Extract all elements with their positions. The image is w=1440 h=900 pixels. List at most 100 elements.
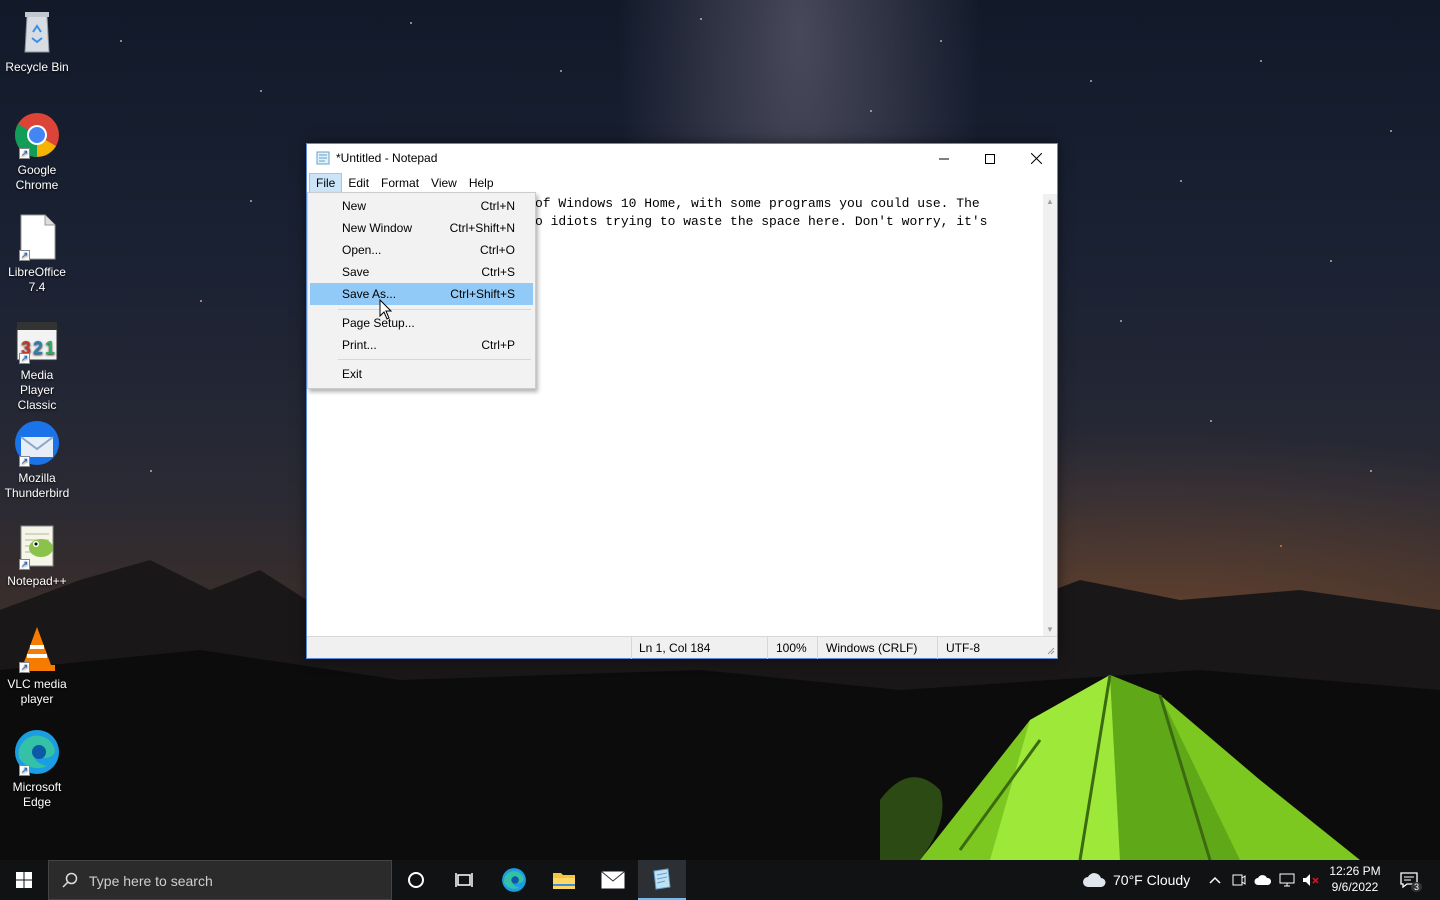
desktop-icon-label: Microsoft Edge — [12, 780, 62, 809]
menu-item-new-window[interactable]: New Window Ctrl+Shift+N — [310, 217, 533, 239]
menu-separator — [338, 359, 531, 360]
close-button[interactable] — [1013, 144, 1059, 173]
menu-item-save[interactable]: Save Ctrl+S — [310, 261, 533, 283]
taskbar: Type here to search 70°F Cloudy 12:26 PM… — [0, 860, 1440, 900]
scroll-down-icon[interactable]: ▼ — [1043, 622, 1057, 636]
shortcut-arrow-icon: ↗ — [19, 662, 30, 673]
notepad-icon — [653, 868, 671, 890]
maximize-icon — [985, 153, 995, 164]
desktop-icon-mozilla-thunderbird[interactable]: ↗ Mozilla Thunderbird — [2, 419, 72, 501]
search-placeholder: Type here to search — [89, 873, 213, 889]
desktop-icon-label: Notepad++ — [7, 574, 67, 588]
status-bar: Ln 1, Col 184 100% Windows (CRLF) UTF-8 — [307, 636, 1057, 659]
desktop-icon-vlc[interactable]: ↗ VLC media player — [2, 625, 72, 707]
taskbar-file-explorer[interactable] — [540, 860, 588, 900]
scroll-up-icon[interactable]: ▲ — [1043, 194, 1057, 208]
desktop-icon-label: Recycle Bin — [5, 60, 69, 74]
desktop-icon-notepadpp[interactable]: ↗ Notepad++ — [2, 522, 72, 589]
mail-icon — [601, 871, 625, 889]
clock-date: 9/6/2022 — [1331, 880, 1379, 894]
mouse-pointer-icon — [379, 299, 393, 320]
chrome-icon: ↗ — [13, 111, 61, 159]
desktop-icon-google-chrome[interactable]: ↗ Google Chrome — [2, 111, 72, 193]
desktop-icon-label: Media Player Classic — [17, 368, 57, 412]
edge-icon — [502, 868, 526, 892]
desktop-icon-label: LibreOffice 7.4 — [8, 265, 66, 294]
tray-meet-now[interactable] — [1228, 860, 1250, 900]
menu-bar: File Edit Format View Help — [307, 173, 1057, 193]
libreoffice-icon: ↗ — [13, 213, 61, 261]
taskbar-search-box[interactable]: Type here to search — [48, 860, 392, 900]
desktop-icon-label: Google Chrome — [15, 163, 59, 192]
status-encoding: UTF-8 — [946, 641, 980, 655]
thunderbird-icon: ↗ — [13, 419, 61, 467]
status-line-ending: Windows (CRLF) — [826, 641, 918, 655]
file-menu-dropdown: New Ctrl+N New Window Ctrl+Shift+N Open.… — [307, 192, 536, 389]
shortcut-arrow-icon: ↗ — [19, 148, 30, 159]
media-player-classic-icon: 321 ↗ — [13, 316, 61, 364]
resize-grip-icon[interactable] — [1047, 647, 1055, 655]
windows-logo-icon — [16, 872, 32, 888]
notepad-app-icon — [316, 151, 330, 165]
svg-text:2: 2 — [33, 338, 43, 358]
folder-icon — [553, 873, 575, 889]
title-bar[interactable]: *Untitled - Notepad — [307, 144, 1057, 173]
tray-volume[interactable] — [1300, 860, 1322, 900]
start-button[interactable] — [0, 860, 48, 900]
menu-format[interactable]: Format — [375, 173, 425, 193]
desktop-icon-microsoft-edge[interactable]: ↗ Microsoft Edge — [2, 728, 72, 810]
menu-view[interactable]: View — [425, 173, 463, 193]
menu-item-open[interactable]: Open... Ctrl+O — [310, 239, 533, 261]
close-icon — [1030, 153, 1042, 164]
shortcut-arrow-icon: ↗ — [19, 250, 30, 261]
vertical-scrollbar[interactable]: ▲ ▼ — [1043, 194, 1057, 636]
notification-badge: 3 — [1411, 882, 1423, 892]
vlc-icon: ↗ — [13, 625, 61, 673]
meet-now-icon — [1232, 874, 1246, 886]
desktop-icon-media-player-classic[interactable]: 321 ↗ Media Player Classic — [2, 316, 72, 413]
minimize-icon — [939, 158, 949, 159]
action-center-button[interactable]: 3 — [1392, 860, 1426, 900]
menu-separator — [338, 309, 531, 310]
desktop-icon-recycle-bin[interactable]: Recycle Bin — [2, 8, 72, 75]
volume-muted-icon — [1303, 874, 1319, 886]
show-hidden-icons-button[interactable] — [1204, 860, 1226, 900]
shortcut-arrow-icon: ↗ — [19, 765, 30, 776]
menu-file[interactable]: File — [309, 173, 343, 193]
menu-item-new[interactable]: New Ctrl+N — [310, 195, 533, 217]
menu-help[interactable]: Help — [463, 173, 500, 193]
minimize-button[interactable] — [921, 144, 967, 173]
cloud-weather-icon — [1083, 873, 1106, 887]
taskbar-mail[interactable] — [589, 860, 637, 900]
chevron-up-icon — [1209, 876, 1221, 884]
menu-edit[interactable]: Edit — [342, 173, 375, 193]
svg-text:1: 1 — [45, 338, 55, 358]
green-tent — [880, 674, 1360, 860]
desktop-icon-libreoffice[interactable]: ↗ LibreOffice 7.4 — [2, 213, 72, 295]
taskbar-notepad[interactable] — [638, 860, 686, 900]
search-icon — [62, 872, 78, 888]
maximize-button[interactable] — [967, 144, 1013, 173]
cortana-icon — [408, 872, 424, 888]
taskbar-clock[interactable]: 12:26 PM 9/6/2022 — [1328, 863, 1382, 895]
tray-network[interactable] — [1276, 860, 1298, 900]
tray-onedrive[interactable] — [1252, 860, 1274, 900]
desktop-icon-label: Mozilla Thunderbird — [4, 471, 70, 500]
shortcut-arrow-icon: ↗ — [19, 456, 30, 467]
edge-icon: ↗ — [13, 728, 61, 776]
desktop-icon-label: VLC media player — [7, 677, 67, 706]
weather-text[interactable]: 70°F Cloudy — [1113, 872, 1190, 888]
menu-item-page-setup[interactable]: Page Setup... — [310, 312, 533, 334]
taskbar-edge[interactable] — [490, 860, 538, 900]
recycle-bin-icon — [13, 8, 61, 56]
menu-item-exit[interactable]: Exit — [310, 363, 533, 385]
task-view-button[interactable] — [440, 860, 488, 900]
shortcut-arrow-icon: ↗ — [19, 559, 30, 570]
window-title: *Untitled - Notepad — [336, 151, 438, 165]
menu-item-print[interactable]: Print... Ctrl+P — [310, 334, 533, 356]
notepadpp-icon: ↗ — [13, 522, 61, 570]
cortana-button[interactable] — [392, 860, 440, 900]
menu-item-save-as[interactable]: Save As... Ctrl+Shift+S — [310, 283, 533, 305]
status-zoom: 100% — [776, 641, 807, 655]
task-view-icon — [455, 873, 473, 887]
